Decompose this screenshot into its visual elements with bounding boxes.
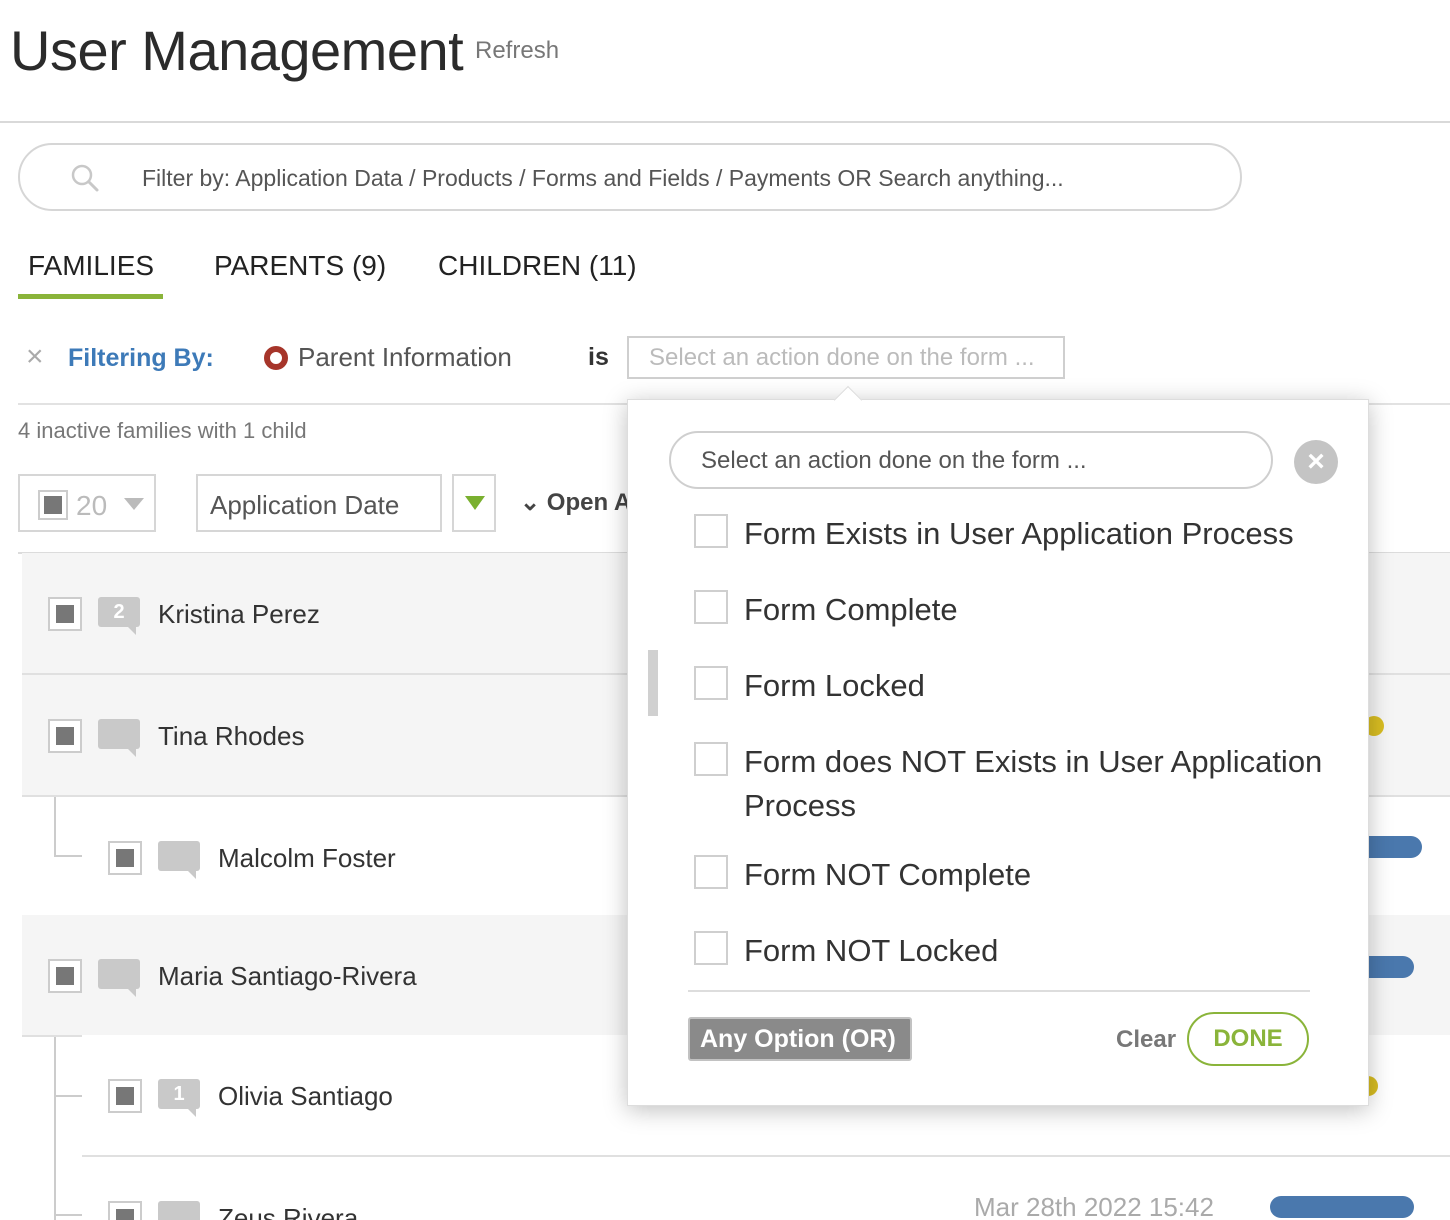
sort-desc-icon: [465, 496, 485, 510]
comment-icon[interactable]: [158, 841, 200, 879]
option-label: Form NOT Complete: [744, 857, 1032, 892]
row-checkbox[interactable]: [48, 597, 82, 631]
done-button[interactable]: DONE: [1187, 1012, 1309, 1066]
row-name[interactable]: Tina Rhodes: [158, 721, 304, 752]
radio-selected-icon[interactable]: [264, 346, 288, 370]
option-checkbox[interactable]: [694, 931, 728, 965]
option-checkbox[interactable]: [694, 855, 728, 889]
comment-count-icon[interactable]: 1: [158, 1079, 200, 1117]
row-checkbox[interactable]: [108, 1079, 142, 1113]
comment-count-icon[interactable]: 2: [98, 597, 140, 635]
search-input[interactable]: [142, 159, 1222, 197]
open-all-toggle[interactable]: ⌄ Open A: [520, 488, 631, 517]
popup-pointer: [833, 385, 863, 415]
active-tab-indicator: [18, 294, 163, 299]
row-name[interactable]: Olivia Santiago: [218, 1081, 393, 1112]
row-checkbox[interactable]: [48, 719, 82, 753]
refresh-link[interactable]: Refresh: [475, 37, 559, 65]
status-bar: [1270, 1196, 1414, 1218]
filter-operator: is: [588, 343, 609, 371]
option-checkbox[interactable]: [694, 742, 728, 776]
tree-connector: [54, 1214, 82, 1216]
row-name[interactable]: Zeus Rivera: [218, 1203, 358, 1220]
row-name[interactable]: Kristina Perez: [158, 599, 320, 630]
sort-direction-button[interactable]: [452, 474, 496, 532]
clear-search-icon[interactable]: ×: [1294, 440, 1338, 484]
results-summary: 4 inactive families with 1 child: [18, 418, 307, 443]
select-all-checkbox[interactable]: [38, 490, 68, 520]
comment-icon[interactable]: [158, 1201, 200, 1220]
option-label: Form NOT Locked: [744, 933, 999, 968]
filter-value-select[interactable]: Select an action done on the form ...: [627, 336, 1065, 379]
scrollbar-handle[interactable]: [648, 650, 658, 716]
filter-options-popup: × Form Exists in User Application Proces…: [627, 385, 1369, 1106]
row-name[interactable]: Maria Santiago-Rivera: [158, 961, 417, 992]
page-size-select[interactable]: 20: [18, 474, 156, 532]
clear-button[interactable]: Clear: [1116, 1026, 1176, 1054]
filter-row: × Filtering By: Parent Information is Se…: [0, 336, 1450, 380]
tree-connector: [54, 1095, 82, 1097]
open-all-label: Open A: [546, 489, 632, 516]
option-checkbox[interactable]: [694, 514, 728, 548]
row-date: Mar 28th 2022 15:42: [974, 1192, 1214, 1220]
option-label: Form Locked: [744, 668, 925, 703]
sort-field-select[interactable]: Application Date: [196, 474, 442, 532]
comment-icon[interactable]: [98, 959, 140, 997]
any-option-toggle[interactable]: Any Option (OR): [688, 1017, 912, 1061]
page-title: User Management: [10, 19, 464, 82]
tree-connector: [54, 797, 56, 857]
global-search[interactable]: [18, 143, 1242, 211]
option-label: Form does NOT Exists in User Application…: [744, 744, 1323, 823]
table-row[interactable]: Zeus Rivera: [82, 1157, 1450, 1220]
filter-label: Filtering By:: [68, 344, 214, 372]
row-checkbox[interactable]: [108, 841, 142, 875]
tab-children[interactable]: CHILDREN (11): [438, 250, 637, 282]
row-checkbox[interactable]: [108, 1201, 142, 1220]
chevron-down-icon: ⌄: [520, 489, 541, 516]
search-icon: [71, 164, 99, 192]
comment-icon[interactable]: [98, 719, 140, 757]
tree-connector: [54, 1037, 56, 1220]
filter-field-name[interactable]: Parent Information: [298, 342, 512, 373]
option-checkbox[interactable]: [694, 590, 728, 624]
popup-search-input[interactable]: [701, 443, 1251, 479]
tab-parents[interactable]: PARENTS (9): [214, 250, 386, 282]
popup-search[interactable]: [669, 431, 1273, 489]
option-label: Form Complete: [744, 592, 958, 627]
tree-connector: [54, 855, 82, 857]
option-checkbox[interactable]: [694, 666, 728, 700]
chevron-down-icon: [124, 498, 144, 510]
option-label: Form Exists in User Application Process: [744, 516, 1294, 551]
popup-divider: [688, 990, 1310, 992]
close-icon[interactable]: ×: [26, 342, 44, 372]
tab-families[interactable]: FAMILIES: [28, 250, 154, 282]
row-name[interactable]: Malcolm Foster: [218, 843, 396, 874]
page-size-value: 20: [76, 490, 108, 521]
header-divider: [0, 121, 1450, 123]
row-checkbox[interactable]: [48, 959, 82, 993]
